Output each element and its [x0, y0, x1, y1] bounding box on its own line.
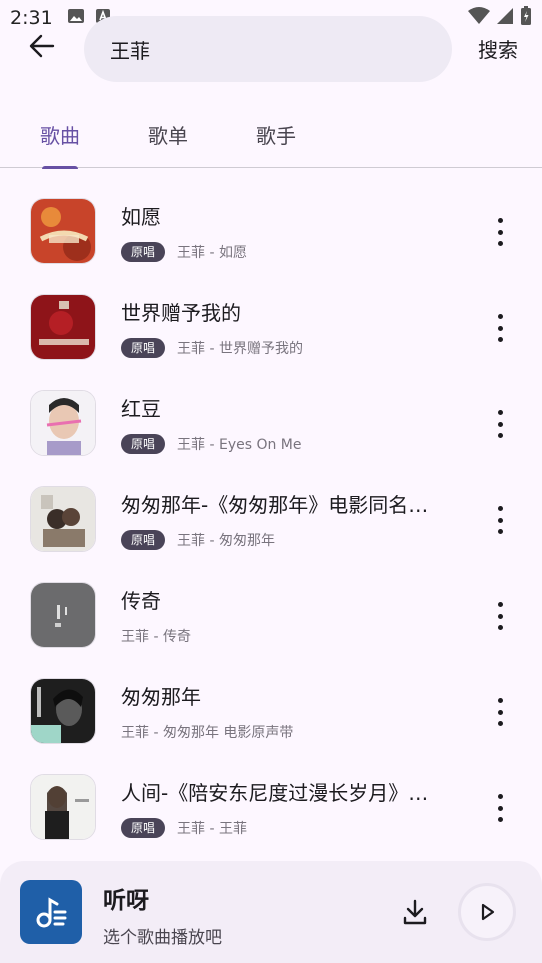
- mini-player[interactable]: 听呀 选个歌曲播放吧: [0, 861, 542, 963]
- song-title: 世界赠予我的: [121, 301, 241, 325]
- search-button[interactable]: 搜索: [478, 34, 518, 63]
- tab-songs[interactable]: 歌曲: [40, 120, 80, 149]
- song-title: 传奇: [121, 589, 161, 613]
- song-list: 如愿 原唱 王菲 - 如愿 世界赠予我的 原唱 王菲 - 世界赠予我的 红豆 原…: [0, 184, 542, 856]
- original-badge: 原唱: [121, 338, 166, 358]
- song-subtitle: 王菲 - 世界赠予我的: [177, 341, 303, 357]
- song-row[interactable]: 红豆 原唱 王菲 - Eyes On Me: [0, 376, 542, 472]
- song-row[interactable]: 如愿 原唱 王菲 - 如愿: [0, 184, 542, 280]
- tab-bar: 歌曲 歌单 歌手: [0, 100, 542, 169]
- music-note-icon: [36, 897, 67, 928]
- song-subtitle: 王菲 - 王菲: [177, 821, 247, 837]
- song-title: 匆匆那年: [121, 685, 201, 709]
- song-row[interactable]: 传奇 王菲 - 传奇: [0, 568, 542, 664]
- album-cover: [30, 390, 96, 456]
- original-badge: 原唱: [121, 434, 166, 454]
- more-vert-icon: [497, 794, 503, 799]
- original-badge: 原唱: [121, 530, 166, 550]
- tab-artists[interactable]: 歌手: [256, 120, 296, 149]
- song-subtitle: 王菲 - 如愿: [177, 245, 247, 261]
- more-options-button[interactable]: [490, 698, 510, 726]
- top-bar: 王菲 搜索: [0, 14, 542, 82]
- song-title: 匆匆那年-《匆匆那年》电影同名…: [121, 493, 429, 517]
- album-cover: [30, 294, 96, 360]
- song-title: 如愿: [121, 205, 161, 229]
- song-subtitle: 王菲 - 传奇: [121, 629, 191, 645]
- play-icon: [481, 903, 495, 921]
- more-options-button[interactable]: [490, 506, 510, 534]
- album-cover: [30, 774, 96, 840]
- song-subtitle: 王菲 - 匆匆那年 电影原声带: [121, 725, 294, 741]
- app-logo: [20, 880, 82, 944]
- tab-indicator: [42, 166, 78, 169]
- download-button[interactable]: [400, 897, 430, 927]
- song-subtitle: 王菲 - Eyes On Me: [177, 437, 302, 453]
- song-title: 红豆: [121, 397, 161, 421]
- song-subtitle: 王菲 - 匆匆那年: [177, 533, 275, 549]
- song-row[interactable]: 匆匆那年-《匆匆那年》电影同名… 原唱 王菲 - 匆匆那年: [0, 472, 542, 568]
- song-title: 人间-《陪安东尼度过漫长岁月》…: [121, 781, 429, 805]
- back-button[interactable]: [22, 30, 62, 66]
- play-button[interactable]: [458, 883, 516, 941]
- player-title: 听呀: [103, 888, 149, 914]
- more-options-button[interactable]: [490, 602, 510, 630]
- player-subtitle: 选个歌曲播放吧: [103, 928, 222, 948]
- tab-playlists[interactable]: 歌单: [148, 120, 188, 149]
- song-row[interactable]: 人间-《陪安东尼度过漫长岁月》… 原唱 王菲 - 王菲: [0, 760, 542, 856]
- album-cover: [30, 678, 96, 744]
- download-icon: [403, 899, 427, 925]
- song-row[interactable]: 匆匆那年 王菲 - 匆匆那年 电影原声带: [0, 664, 542, 760]
- more-vert-icon: [497, 602, 503, 607]
- more-options-button[interactable]: [490, 410, 510, 438]
- album-cover: [30, 582, 96, 648]
- more-options-button[interactable]: [490, 794, 510, 822]
- more-options-button[interactable]: [490, 314, 510, 342]
- song-row[interactable]: 世界赠予我的 原唱 王菲 - 世界赠予我的: [0, 280, 542, 376]
- more-vert-icon: [497, 218, 503, 223]
- more-vert-icon: [497, 314, 503, 319]
- album-cover: [30, 198, 96, 264]
- original-badge: 原唱: [121, 818, 166, 838]
- search-query: 王菲: [110, 38, 150, 63]
- arrow-back-icon: [29, 34, 55, 62]
- album-cover: [30, 486, 96, 552]
- more-options-button[interactable]: [490, 218, 510, 246]
- original-badge: 原唱: [121, 242, 166, 262]
- more-vert-icon: [497, 506, 503, 511]
- more-vert-icon: [497, 698, 503, 703]
- more-vert-icon: [497, 410, 503, 415]
- search-input[interactable]: 王菲: [84, 16, 452, 82]
